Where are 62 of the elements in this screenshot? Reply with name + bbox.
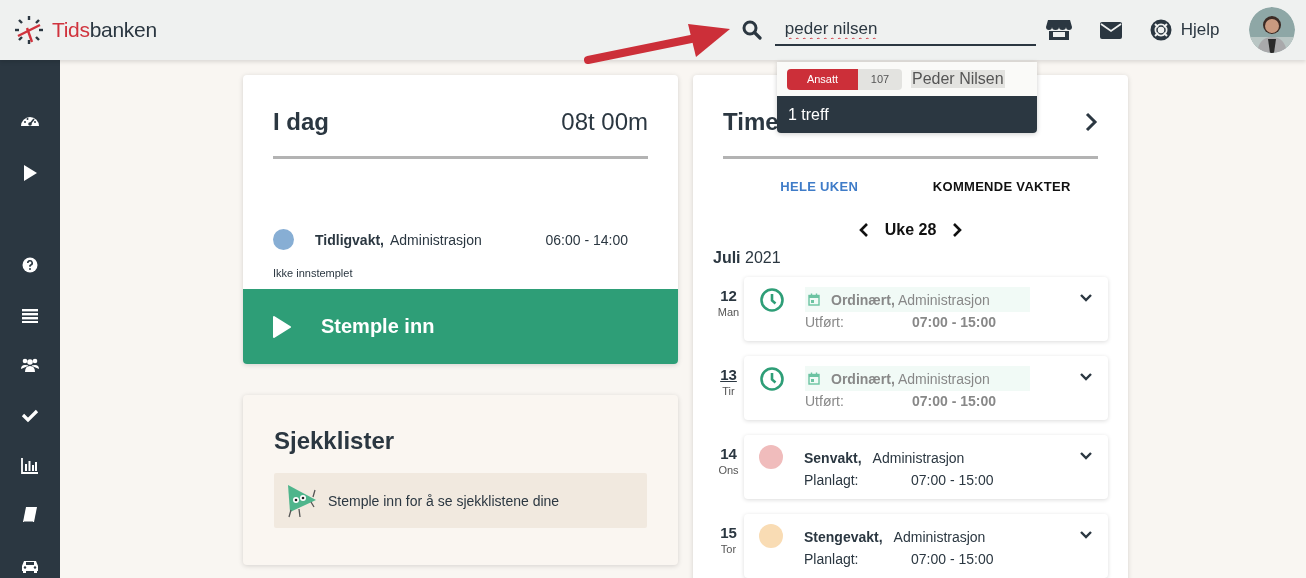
chevron-right-icon[interactable] [952, 222, 963, 238]
day-number: 13 [720, 366, 737, 383]
tab[interactable]: HELE UKEN [776, 175, 863, 198]
weekday: Ons [718, 464, 739, 476]
clock-status: Ikke innstemplet [273, 267, 354, 279]
time-label: Utført: [805, 393, 845, 409]
shift-card[interactable]: Ordinært, Administrasjon Utført: 07:00 - 15:00 [744, 277, 1108, 341]
total-hours: 08t 00m [561, 108, 648, 136]
time-label: Planlagt: [804, 472, 860, 488]
chevron-down-icon[interactable] [1079, 530, 1093, 540]
chevron-right-icon[interactable] [1084, 111, 1098, 133]
day-number: 14 [720, 445, 737, 462]
calendar-icon [808, 293, 820, 306]
tab[interactable]: KOMMENDE VAKTER [928, 175, 1075, 198]
clock-icon [759, 366, 785, 392]
shift-department: Administrasjon [390, 231, 482, 248]
chevron-down-icon[interactable] [1079, 293, 1093, 303]
logo-text[interactable]: Tidsbanken [52, 18, 157, 42]
month-label: Juli 2021 [713, 249, 782, 267]
shift-time: 07:00 - 15:00 [911, 551, 994, 567]
time-label: Planlagt: [804, 551, 860, 567]
card-title: I dag [273, 108, 329, 136]
clock-icon [759, 287, 785, 313]
shift-title: Stengevakt, Administrasjon [804, 527, 987, 547]
clock-logo-icon [14, 15, 44, 45]
shift-card[interactable]: Ordinært, Administrasjon Utført: 07:00 - 15:00 [744, 356, 1108, 420]
help-link[interactable]: Hjelp [1149, 19, 1220, 41]
shift-card[interactable]: Stengevakt, Administrasjon Planlagt: 07:00 - 15:00 [744, 514, 1108, 578]
shift-time: 07:00 - 15:00 [912, 314, 997, 330]
message-text: Stemple inn for å se sjekklistene dine [328, 492, 560, 509]
employee-number: 107 [858, 68, 902, 90]
play-icon [273, 315, 291, 338]
shift-title: Ordinært, Administrasjon [831, 291, 990, 308]
weekday: Man [717, 306, 740, 318]
shift-name: Tidligvakt, [315, 231, 384, 248]
employee-name: Peder Nilsen [911, 70, 1005, 88]
mail-icon[interactable] [1099, 21, 1122, 39]
shift-card[interactable]: Senvakt, Administrasjon Planlagt: 07:00 - 15:00 [744, 435, 1108, 499]
lifebuoy-icon [1149, 19, 1172, 41]
shift-time: 07:00 - 15:00 [912, 393, 997, 409]
week-label: Uke 28 [884, 221, 937, 239]
shift-title: Ordinært, Administrasjon [831, 370, 990, 387]
shift-title: Senvakt, Administrasjon [804, 448, 966, 468]
day-number: 12 [720, 287, 737, 304]
shift-time: 06:00 - 14:00 [545, 231, 628, 248]
search-field[interactable]: peder nilsen [774, 14, 1036, 46]
type-badge: Ansatt [787, 68, 858, 90]
chevron-down-icon[interactable] [1079, 451, 1093, 461]
calendar-icon [808, 372, 820, 385]
shift-time: 07:00 - 15:00 [911, 472, 994, 488]
day-number: 15 [720, 524, 737, 541]
result-count: 1 treff [777, 96, 1037, 133]
weekday: Tor [720, 543, 737, 555]
chevron-down-icon[interactable] [1079, 372, 1093, 382]
chevron-left-icon[interactable] [858, 222, 869, 238]
card-title: Time [723, 108, 779, 136]
shop-icon[interactable] [1045, 19, 1072, 41]
search-result[interactable]: Ansatt 107 Peder Nilsen [777, 62, 1037, 96]
time-label: Utført: [805, 314, 845, 330]
search-icon[interactable] [741, 20, 762, 40]
card-title: Sjekklister [274, 427, 396, 455]
weekday: Tir [722, 385, 735, 397]
